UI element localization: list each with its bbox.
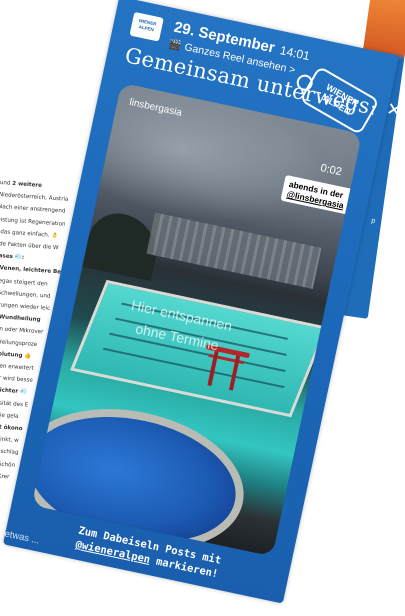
post-line-text: örper wird besse — [0, 375, 33, 385]
post-line-text: asen oder Mikrover — [0, 326, 44, 336]
post-line-text: en Heilungsproze — [0, 338, 38, 348]
post-line-text: eistung ist Regeneration — [0, 216, 66, 228]
post-line-text: Energie gela — [0, 411, 19, 420]
post-line-text: s Herz schlag — [0, 448, 19, 457]
wiener-alpen-logo[interactable]: WIENER ALPEN — [129, 11, 164, 42]
post-line-text: Viskosität des E — [0, 399, 29, 409]
post-line-bold: re Wundheilung — [0, 314, 41, 324]
post-line-text: Niederösterreich, Austria — [0, 192, 69, 204]
post-line-bold: beitet ökono — [0, 423, 23, 433]
post-line-text: n Schwellungen, und — [0, 289, 51, 300]
story-card: WIENER ALPEN 29. September 14:01 🎬 Ganzes … — [0, 0, 404, 604]
post-line-text: uregas steigert den — [0, 277, 48, 288]
clapperboard-icon: 🎬 — [167, 38, 182, 53]
post-line-text: Fülöp, Krer — [0, 472, 10, 481]
post-line-text: und — [0, 180, 13, 187]
post-line-text: derungen wieder leic — [0, 301, 51, 312]
close-icon[interactable]: ✕ — [385, 99, 404, 123]
post-line-text: t das ganz einfach. 👌 — [0, 228, 59, 240]
post-line-bold: rchblutung 👍 — [0, 350, 32, 360]
post-line-bold: gases 💨: — [0, 253, 25, 262]
post-line-bold: 2 weitere — [11, 180, 43, 189]
post-line-bold: e Venen, leichtere Be — [0, 265, 62, 276]
video-frame[interactable]: linsbergasia 0:02 abends in der @linsber… — [31, 82, 363, 557]
post-line-bold: ßt leichter 💨 — [0, 387, 28, 396]
post-line-text: nde Fakten über die W — [0, 240, 59, 252]
post-line-text: uenz sinkt, w — [0, 436, 19, 445]
post-line-text: e Bad Schön — [0, 460, 16, 469]
next-story-peek-text: p — [370, 217, 376, 225]
tag-sign-text: WIENER ALPEN — [321, 81, 361, 117]
post-line-text: verden erweitert — [0, 362, 34, 372]
logo-text: WIENER ALPEN — [138, 18, 157, 33]
story-time: 14:01 — [278, 43, 312, 64]
pool-lane — [102, 347, 285, 389]
post-line-text: Nach einer anstrengend — [0, 204, 66, 216]
